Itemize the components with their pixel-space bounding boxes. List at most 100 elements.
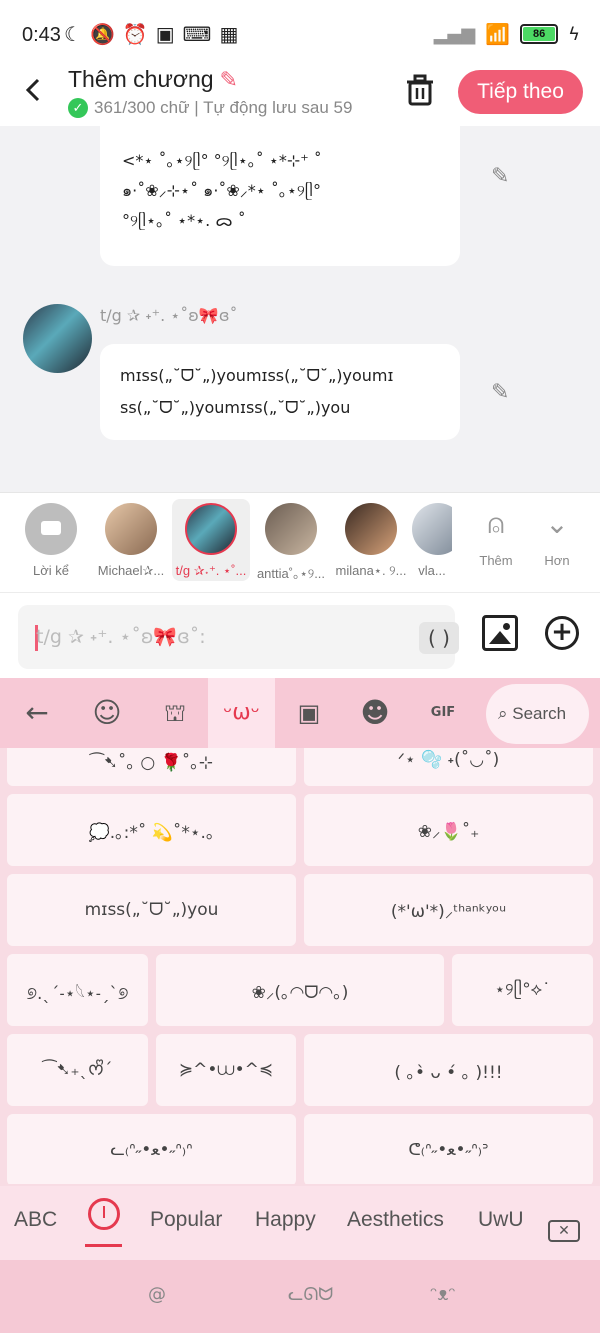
more-button[interactable]: ⌄ Hơn (527, 507, 587, 568)
alarm-icon: ⏰ (122, 22, 148, 46)
search-label: Search (512, 704, 567, 723)
avatar (105, 503, 157, 555)
kaomoji-cell[interactable]: ᕦ₍ᐢ˶•ﻌ•˶ᐢ₎ᐣ (304, 1114, 593, 1184)
character-narrator[interactable]: Lời kể (12, 503, 90, 578)
avatar (265, 503, 317, 555)
edit-title-icon[interactable]: ✎ (220, 67, 238, 92)
add-character-label: Thêm (479, 553, 513, 568)
character-label: Lời kể (33, 563, 69, 578)
character-label: anttia˚｡⋆୨... (256, 566, 326, 581)
back-button[interactable] (18, 74, 50, 106)
tab-happy[interactable]: Happy (255, 1208, 316, 1232)
avatar[interactable] (23, 304, 92, 373)
chat-sticker-icon[interactable]: ▣ (292, 696, 326, 730)
status-icons: ☾ 🔕 ⏰ ▣ ⌨ ▦ (64, 22, 238, 46)
tab-popular[interactable]: Popular (150, 1208, 222, 1232)
character-label: milana⋆. ୨... (335, 563, 407, 578)
smiley-icon[interactable]: ☺ (90, 696, 124, 730)
edit-message-icon[interactable]: ✎ (491, 380, 517, 406)
character-label: vla... (418, 563, 446, 578)
tab-uwu[interactable]: UwU (478, 1208, 524, 1232)
play-store-icon: ▦ (219, 22, 239, 46)
message-bubble[interactable]: mɪss(„˘ᗜ˘„)youmɪss(„˘ᗜ˘„)youmɪ ss(„˘ᗜ˘„)… (100, 344, 460, 440)
delete-button[interactable] (403, 74, 437, 108)
add-icon[interactable]: + (545, 616, 579, 650)
character-selector: Lời kể Michael✰... t/g ✰˖⁺. ⋆˚... anttia… (0, 492, 600, 592)
kaomoji-cell[interactable]: ❀⸝(｡◠ᗜ◠｡) (156, 954, 444, 1026)
tab-aesthetics[interactable]: Aesthetics (347, 1208, 444, 1232)
screen-record-icon: ▣ (155, 22, 175, 46)
kaomoji-cell[interactable]: (*'ω'*)⸝ᵗʰᵃⁿᵏʸᵒᵘ (304, 874, 593, 946)
image-icon[interactable] (482, 615, 518, 651)
avatar (345, 503, 397, 555)
add-character-button[interactable]: ⍝ Thêm (466, 507, 526, 568)
snail-icon[interactable]: @ (148, 1284, 166, 1305)
kaomoji-icon[interactable]: ᵕωᵕ (208, 678, 275, 748)
cat-icon[interactable]: ᓚᘏᗢ (288, 1284, 333, 1305)
kaomoji-cell[interactable]: mɪss(„˘ᗜ˘„)you (7, 874, 296, 946)
kaomoji-cell[interactable]: ⁀➷₊ˎᰔᩚˊ (7, 1034, 148, 1106)
message-line: mɪss(„˘ᗜ˘„)youmɪss(„˘ᗜ˘„)youmɪ (120, 366, 394, 385)
search-icon: ⌕ (498, 704, 508, 723)
trash-icon (407, 74, 433, 106)
character-item[interactable]: anttia˚｡⋆୨... (252, 503, 330, 582)
parentheses-button[interactable]: ( ) (419, 622, 459, 654)
arrow-left-icon[interactable]: ← (20, 696, 54, 730)
message-line: °୨ᥫ⋆｡˚ ⋆*⋆. ᯅ ˚ (122, 211, 246, 230)
emoji-pack-icon[interactable]: ☻ (358, 696, 392, 730)
moon-icon: ☾ (64, 22, 82, 46)
tab-recent[interactable] (86, 1198, 122, 1234)
kaomoji-cell[interactable]: 💭.｡:*˚ 💫˚*⋆.｡ (7, 794, 296, 866)
battery-level: 86 (523, 27, 556, 41)
kaomoji-cell[interactable]: ❀⸝🌷˚₊ (304, 794, 593, 866)
signal-icon: ▂▄▆ (433, 23, 476, 45)
avatar (412, 503, 452, 555)
kaomoji-grid: ⁀➷˚｡ ○ 🌹˚｡⊹ ᐟ⋆ 🫧 ˖(˚◡˚) 💭.｡:*˚ 💫˚*⋆.｡ ❀⸝… (0, 748, 600, 1184)
message-input-text: t/g ✰ ˖⁺. ⋆˚ʚ🎀ɞ˚: (36, 626, 206, 648)
keyboard-icon: ⌨ (182, 22, 212, 46)
edit-message-icon[interactable]: ✎ (491, 164, 517, 190)
clock-icon (88, 1198, 120, 1230)
message-bubble[interactable]: <*⋆ ˚｡⋆୨ᥫ° °୨ᥫ⋆｡˚ ⋆*⊹⁺ ˚ ๑·˚❀⸝⊹⋆˚ ๑·˚❀⸝*… (100, 126, 460, 266)
character-item[interactable]: milana⋆. ୨... (332, 503, 410, 579)
chevron-left-icon (25, 78, 40, 102)
input-row: t/g ✰ ˖⁺. ⋆˚ʚ🎀ɞ˚: ( ) + (0, 592, 600, 678)
active-tab-indicator (85, 1244, 122, 1247)
character-item[interactable]: Michael✰... (92, 503, 170, 579)
more-label: Hơn (544, 553, 570, 568)
backspace-icon[interactable]: ✕ (548, 1220, 580, 1242)
kaomoji-cell[interactable]: ᓚ₍ᐢ˶•ﻌ•˶ᐢ₎ᐢ (7, 1114, 296, 1184)
kaomoji-cell[interactable]: ( ｡•̀ ᴗ •́ ｡ )!!! (304, 1034, 593, 1106)
search-button[interactable]: ⌕ Search (486, 684, 589, 744)
kaomoji-cell[interactable]: ᐟ⋆ 🫧 ˖(˚◡˚) (304, 748, 593, 786)
character-item[interactable]: vla... (412, 503, 452, 578)
tab-abc[interactable]: ABC (14, 1208, 57, 1232)
kaomoji-category-tabs: ABC Popular Happy Aesthetics UwU ✕ (0, 1186, 600, 1260)
character-item-active[interactable]: t/g ✰˖⁺. ⋆˚... (172, 499, 250, 581)
emoji-keyboard: ← ☺ ⛫ ᵕωᵕ ▣ ☻ GIF ⌕ Search ⁀➷˚｡ ○ 🌹˚｡⊹ ᐟ… (0, 678, 600, 1333)
next-button[interactable]: Tiếp theo (458, 70, 583, 114)
narrator-icon (25, 503, 77, 555)
sender-name: t/g ✰ ˖⁺. ⋆˚ʚ🎀ɞ˚ (100, 306, 238, 325)
header: Thêm chương ✎ ✓ 361/300 chữ | Tự động lưu… (0, 56, 600, 126)
status-time: 0:43 (22, 24, 61, 46)
page-title: Thêm chương ✎ (68, 66, 238, 93)
charging-icon: ϟ (568, 23, 580, 45)
battery-icon: 86 (520, 24, 559, 44)
check-icon: ✓ (68, 98, 88, 118)
save-status-text: 361/300 chữ | Tự động lưu sau 59 (94, 98, 353, 117)
keyboard-toolbar: ← ☺ ⛫ ᵕωᵕ ▣ ☻ GIF ⌕ Search (0, 678, 600, 748)
gif-icon[interactable]: GIF (426, 696, 460, 730)
cherry-icon[interactable]: ᵔᴥᵔ (430, 1284, 456, 1305)
message-input[interactable]: t/g ✰ ˖⁺. ⋆˚ʚ🎀ɞ˚: ( ) (18, 605, 459, 669)
message-line: <*⋆ ˚｡⋆୨ᥫ° °୨ᥫ⋆｡˚ ⋆*⊹⁺ ˚ (122, 151, 322, 170)
kaomoji-cell[interactable]: ⁀➷˚｡ ○ 🌹˚｡⊹ (7, 748, 296, 786)
status-right: ▂▄▆ 📶 86 ϟ (434, 22, 580, 46)
kaomoji-cell[interactable]: ୭.ˎˊ˗⋆𓆩⋆˗ˏˋ୭ (7, 954, 148, 1026)
add-person-icon: ⍝ (487, 507, 505, 540)
kaomoji-cell[interactable]: ≽^•⩊•^≼ (156, 1034, 296, 1106)
kaomoji-cell[interactable]: ⋆୨ᥫ°⟡˙ (452, 954, 593, 1026)
sticker-icon[interactable]: ⛫ (158, 696, 192, 730)
message-line: ๑·˚❀⸝⊹⋆˚ ๑·˚❀⸝*⋆ ˚｡⋆୨ᥫ° (122, 181, 321, 200)
chat-area: <*⋆ ˚｡⋆୨ᥫ° °୨ᥫ⋆｡˚ ⋆*⊹⁺ ˚ ๑·˚❀⸝⊹⋆˚ ๑·˚❀⸝*… (0, 126, 600, 492)
